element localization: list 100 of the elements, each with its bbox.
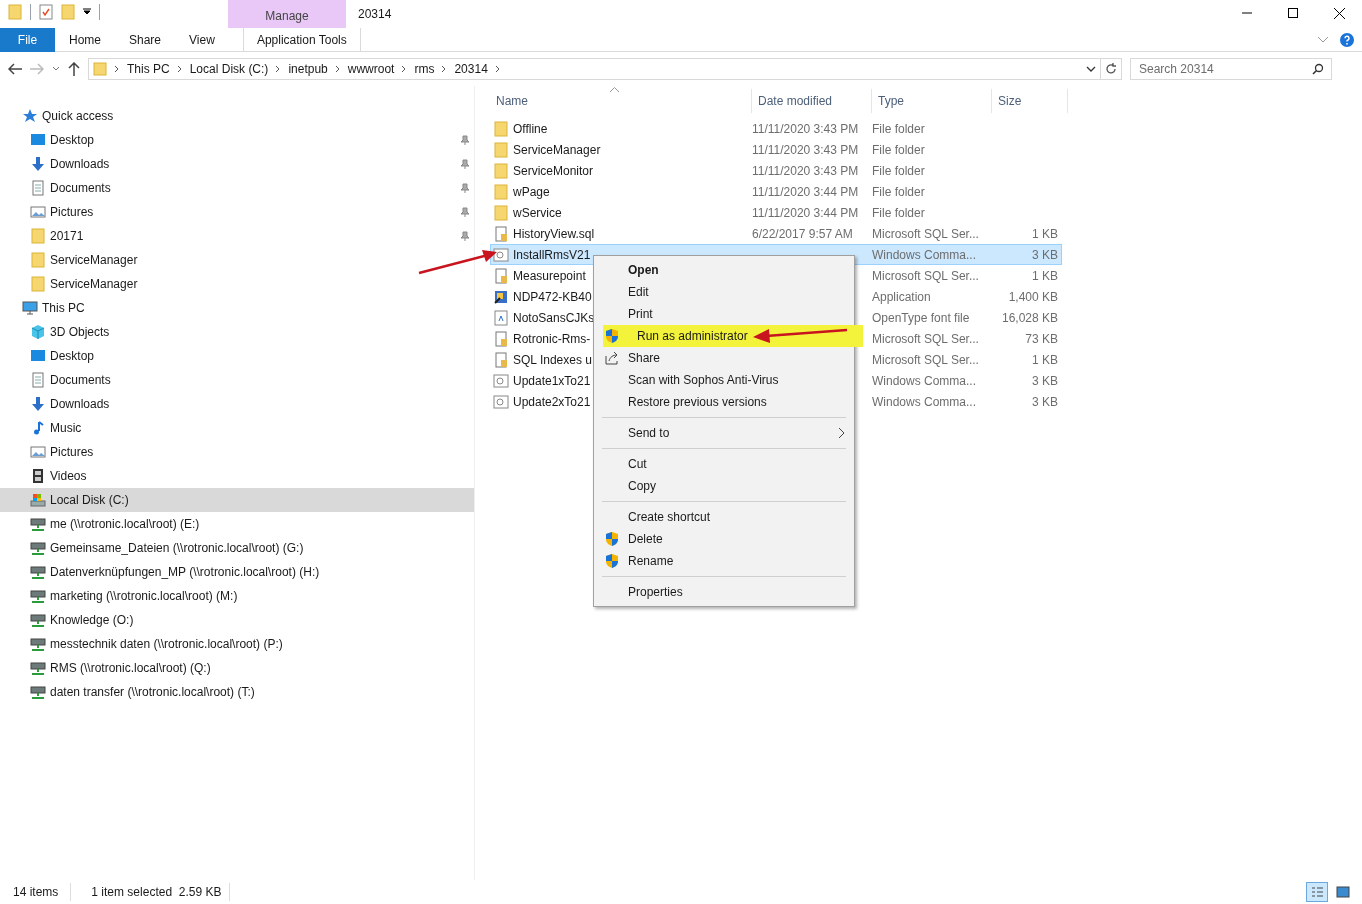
ribbon-tab[interactable]: Share xyxy=(115,28,176,52)
sidebar-item[interactable]: Downloads xyxy=(0,392,474,416)
desktop-icon xyxy=(30,132,46,148)
file-name: Offline xyxy=(513,120,548,138)
dropdown-icon[interactable] xyxy=(1086,66,1096,72)
sidebar-item[interactable]: ServiceManager xyxy=(0,272,474,296)
sidebar-item[interactable]: Downloads xyxy=(0,152,474,176)
computer-icon xyxy=(22,300,38,316)
address-bar[interactable]: This PC Local Disk (C:) inetpub wwwroot rms 20314 xyxy=(88,58,1122,80)
file-size: 1 KB xyxy=(1032,268,1058,283)
date-modified: 6/22/2017 9:57 AM xyxy=(752,226,853,241)
file-type: File folder xyxy=(872,121,925,136)
details-view-icon xyxy=(1309,884,1325,900)
sidebar-item[interactable]: RMS (\\rotronic.local\root) (Q:) xyxy=(0,656,474,680)
sidebar-item[interactable]: Local Disk (C:) xyxy=(0,488,474,512)
sidebar-item[interactable]: Music xyxy=(0,416,474,440)
file-type: Windows Comma... xyxy=(872,373,977,388)
ribbon-tab[interactable]: Home xyxy=(55,28,115,52)
folder-icon xyxy=(493,204,509,221)
menu-item[interactable]: Copy xyxy=(594,475,854,497)
menu-item[interactable]: Scan with Sophos Anti-Virus xyxy=(594,369,854,391)
menu-item[interactable]: Run as administrator xyxy=(603,325,863,347)
file-type: Microsoft SQL Ser... xyxy=(872,226,979,241)
sidebar-item[interactable]: Quick access xyxy=(0,104,474,128)
breadcrumb-item[interactable]: 20314 xyxy=(450,60,492,78)
sidebar-item[interactable]: Documents xyxy=(0,368,474,392)
film-icon xyxy=(30,468,46,484)
column-header[interactable]: Type xyxy=(878,92,904,110)
sidebar-item[interactable]: me (\\rotronic.local\root) (E:) xyxy=(0,512,474,536)
up-icon[interactable] xyxy=(68,62,80,76)
file-type: Windows Comma... xyxy=(872,394,977,409)
menu-item[interactable]: Delete xyxy=(594,528,854,550)
sidebar-item[interactable]: Documents xyxy=(0,176,474,200)
back-icon[interactable] xyxy=(8,63,22,75)
menu-item[interactable]: Send to xyxy=(594,422,854,444)
file-name: NDP472-KB40 xyxy=(513,288,592,306)
properties-icon[interactable] xyxy=(39,4,53,20)
menu-item[interactable]: Share xyxy=(594,347,854,369)
menu-item[interactable]: Create shortcut xyxy=(594,506,854,528)
help-icon[interactable] xyxy=(1340,32,1354,47)
shield-icon xyxy=(604,328,620,344)
sidebar-item[interactable]: Datenverknüpfungen_MP (\\rotronic.local\root) (H:) xyxy=(0,560,474,584)
file-name: ServiceManager xyxy=(513,141,601,159)
sidebar-item[interactable]: Desktop xyxy=(0,344,474,368)
column-header[interactable]: Date modified xyxy=(758,92,833,110)
file-tab[interactable]: File xyxy=(0,28,55,52)
menu-item[interactable]: Cut xyxy=(594,453,854,475)
file-type: File folder xyxy=(872,163,925,178)
sidebar-item[interactable]: Desktop xyxy=(0,128,474,152)
disk-drive-icon xyxy=(30,492,46,508)
script-file-icon xyxy=(493,393,509,410)
sidebar-item[interactable]: 3D Objects xyxy=(0,320,474,344)
sidebar-item[interactable]: Pictures xyxy=(0,440,474,464)
file-name: Rotronic-Rms- xyxy=(513,330,591,348)
date-modified: 11/11/2020 3:43 PM xyxy=(752,121,859,136)
sidebar-item[interactable]: messtechnik daten (\\rotronic.local\root) (P:) xyxy=(0,632,474,656)
recent-locations-icon[interactable] xyxy=(52,66,60,72)
chevron-down-icon[interactable] xyxy=(1318,36,1328,43)
sidebar-item[interactable]: This PC xyxy=(0,296,474,320)
menu-item[interactable]: Edit xyxy=(594,281,854,303)
document-icon xyxy=(30,372,46,388)
picture-icon xyxy=(30,204,46,220)
ribbon-tab[interactable]: View xyxy=(175,28,229,52)
sidebar-item[interactable]: ServiceManager xyxy=(0,248,474,272)
menu-item[interactable]: Rename xyxy=(594,550,854,572)
document-icon xyxy=(30,180,46,196)
sidebar-item[interactable]: Knowledge (O:) xyxy=(0,608,474,632)
search-icon[interactable] xyxy=(1312,63,1324,75)
breadcrumb-item[interactable]: This PC xyxy=(123,60,174,78)
menu-item[interactable]: Print xyxy=(594,303,854,325)
column-header[interactable]: Size xyxy=(998,92,1022,110)
search-field[interactable]: Search 20314 xyxy=(1130,58,1332,80)
pin-icon xyxy=(460,135,470,145)
sidebar-item[interactable]: 20171 xyxy=(0,224,474,248)
breadcrumb-item[interactable]: wwwroot xyxy=(343,60,399,78)
sidebar-item[interactable]: Gemeinsame_Dateien (\\rotronic.local\root) (G:) xyxy=(0,536,474,560)
network-drive-icon xyxy=(30,540,46,556)
share-icon xyxy=(604,350,620,366)
sidebar-item[interactable]: daten transfer (\\rotronic.local\root) (T:) xyxy=(0,680,474,704)
script-file-icon xyxy=(493,372,509,389)
sql-file-icon xyxy=(493,267,509,284)
breadcrumb-item[interactable]: rms xyxy=(410,60,439,78)
breadcrumb-item[interactable]: inetpub xyxy=(284,60,332,78)
file-type: Microsoft SQL Ser... xyxy=(872,331,979,346)
file-size: 3 KB xyxy=(1032,373,1058,388)
file-name: Measurepoint xyxy=(513,267,586,285)
menu-item[interactable]: Restore previous versions xyxy=(594,391,854,413)
breadcrumb-item[interactable]: Local Disk (C:) xyxy=(185,60,273,78)
selection-info: 1 item selected 2.59 KB xyxy=(71,883,231,901)
sidebar-item[interactable]: Videos xyxy=(0,464,474,488)
sidebar-item[interactable]: Pictures xyxy=(0,200,474,224)
menu-item[interactable]: Properties xyxy=(594,581,854,603)
ribbon-tab[interactable]: Application Tools xyxy=(242,28,361,52)
column-header[interactable]: Name xyxy=(496,92,528,110)
file-size: 3 KB xyxy=(1032,394,1058,409)
sidebar-item[interactable]: marketing (\\rotronic.local\root) (M:) xyxy=(0,584,474,608)
refresh-icon[interactable] xyxy=(1105,63,1117,75)
picture-icon xyxy=(30,444,46,460)
file-size: 1 KB xyxy=(1032,226,1058,241)
dropdown-icon[interactable] xyxy=(83,8,91,16)
